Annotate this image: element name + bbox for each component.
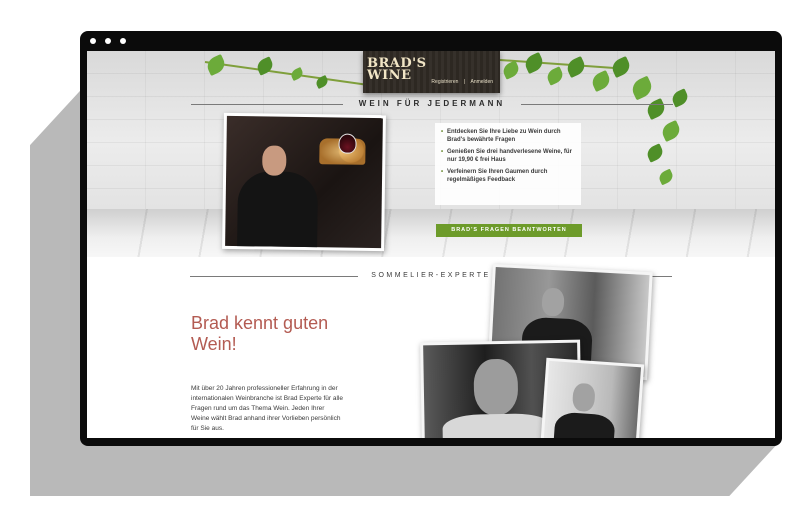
leaf-icon [659,119,683,143]
person-head-shape [571,382,596,413]
vine-stem-left [204,61,369,86]
link-separator: | [463,79,466,85]
benefit-item: Genießen Sie drei handverlesene Weine, f… [441,148,575,164]
hero-photo-brad-wineglass [222,112,386,252]
section-paragraph: Mit über 20 Jahren professioneller Erfah… [191,385,343,432]
benefit-item: Entdecken Sie Ihre Liebe zu Wein durch B… [441,128,575,144]
leaf-icon [609,55,633,79]
leaf-icon [564,55,588,79]
person-body-shape [442,413,554,438]
section-lead: Brad kennt guten Wein! [191,313,329,354]
wood-floor [87,209,775,257]
login-link[interactable]: Anmelden [470,79,493,85]
wine-glass-icon [338,133,357,154]
window-dot-icon [120,38,126,44]
hero-headline-text: WEIN FÜR JEDERMANN [358,99,506,108]
leaf-icon [644,143,666,163]
browser-window: BRAD'S WINE Registrieren | Anmelden WEIN… [80,31,782,446]
person-head-shape [473,358,519,416]
leaf-icon [657,168,675,186]
window-controls [90,38,126,44]
person-body-shape [552,411,616,438]
leaf-icon [544,66,566,86]
hero-section: BRAD'S WINE Registrieren | Anmelden WEIN… [87,51,775,257]
leaf-icon [254,56,276,76]
brand-wordmark: BRAD'S WINE [367,57,427,83]
answer-questions-button[interactable]: BRAD'S FRAGEN BEANTWORTEN [436,224,582,237]
person-body-shape [237,171,319,249]
leaf-icon [629,75,655,101]
sommelier-section: SOMMELIER-EXPERTE Brad kennt guten Wein!… [87,257,775,438]
leaf-icon [500,60,522,80]
window-dot-icon [90,38,96,44]
person-head-shape [262,145,287,176]
register-link[interactable]: Registrieren [431,79,458,85]
brand-logo[interactable]: BRAD'S WINE Registrieren | Anmelden [363,51,500,93]
window-dot-icon [105,38,111,44]
leaf-icon [522,51,546,75]
page-viewport: BRAD'S WINE Registrieren | Anmelden WEIN… [87,51,775,438]
benefits-card: Entdecken Sie Ihre Liebe zu Wein durch B… [435,123,581,205]
benefit-item: Verfeinern Sie Ihren Gaumen durch regelm… [441,168,575,184]
brand-line2: WINE [367,68,412,83]
hero-headline: WEIN FÜR JEDERMANN [191,99,673,109]
leaf-icon [589,69,613,93]
person-head-shape [541,287,565,317]
account-links: Registrieren | Anmelden [429,79,495,85]
photo-brad-wineglass [539,357,645,438]
leaf-icon [289,66,305,82]
leaf-icon [204,53,228,77]
